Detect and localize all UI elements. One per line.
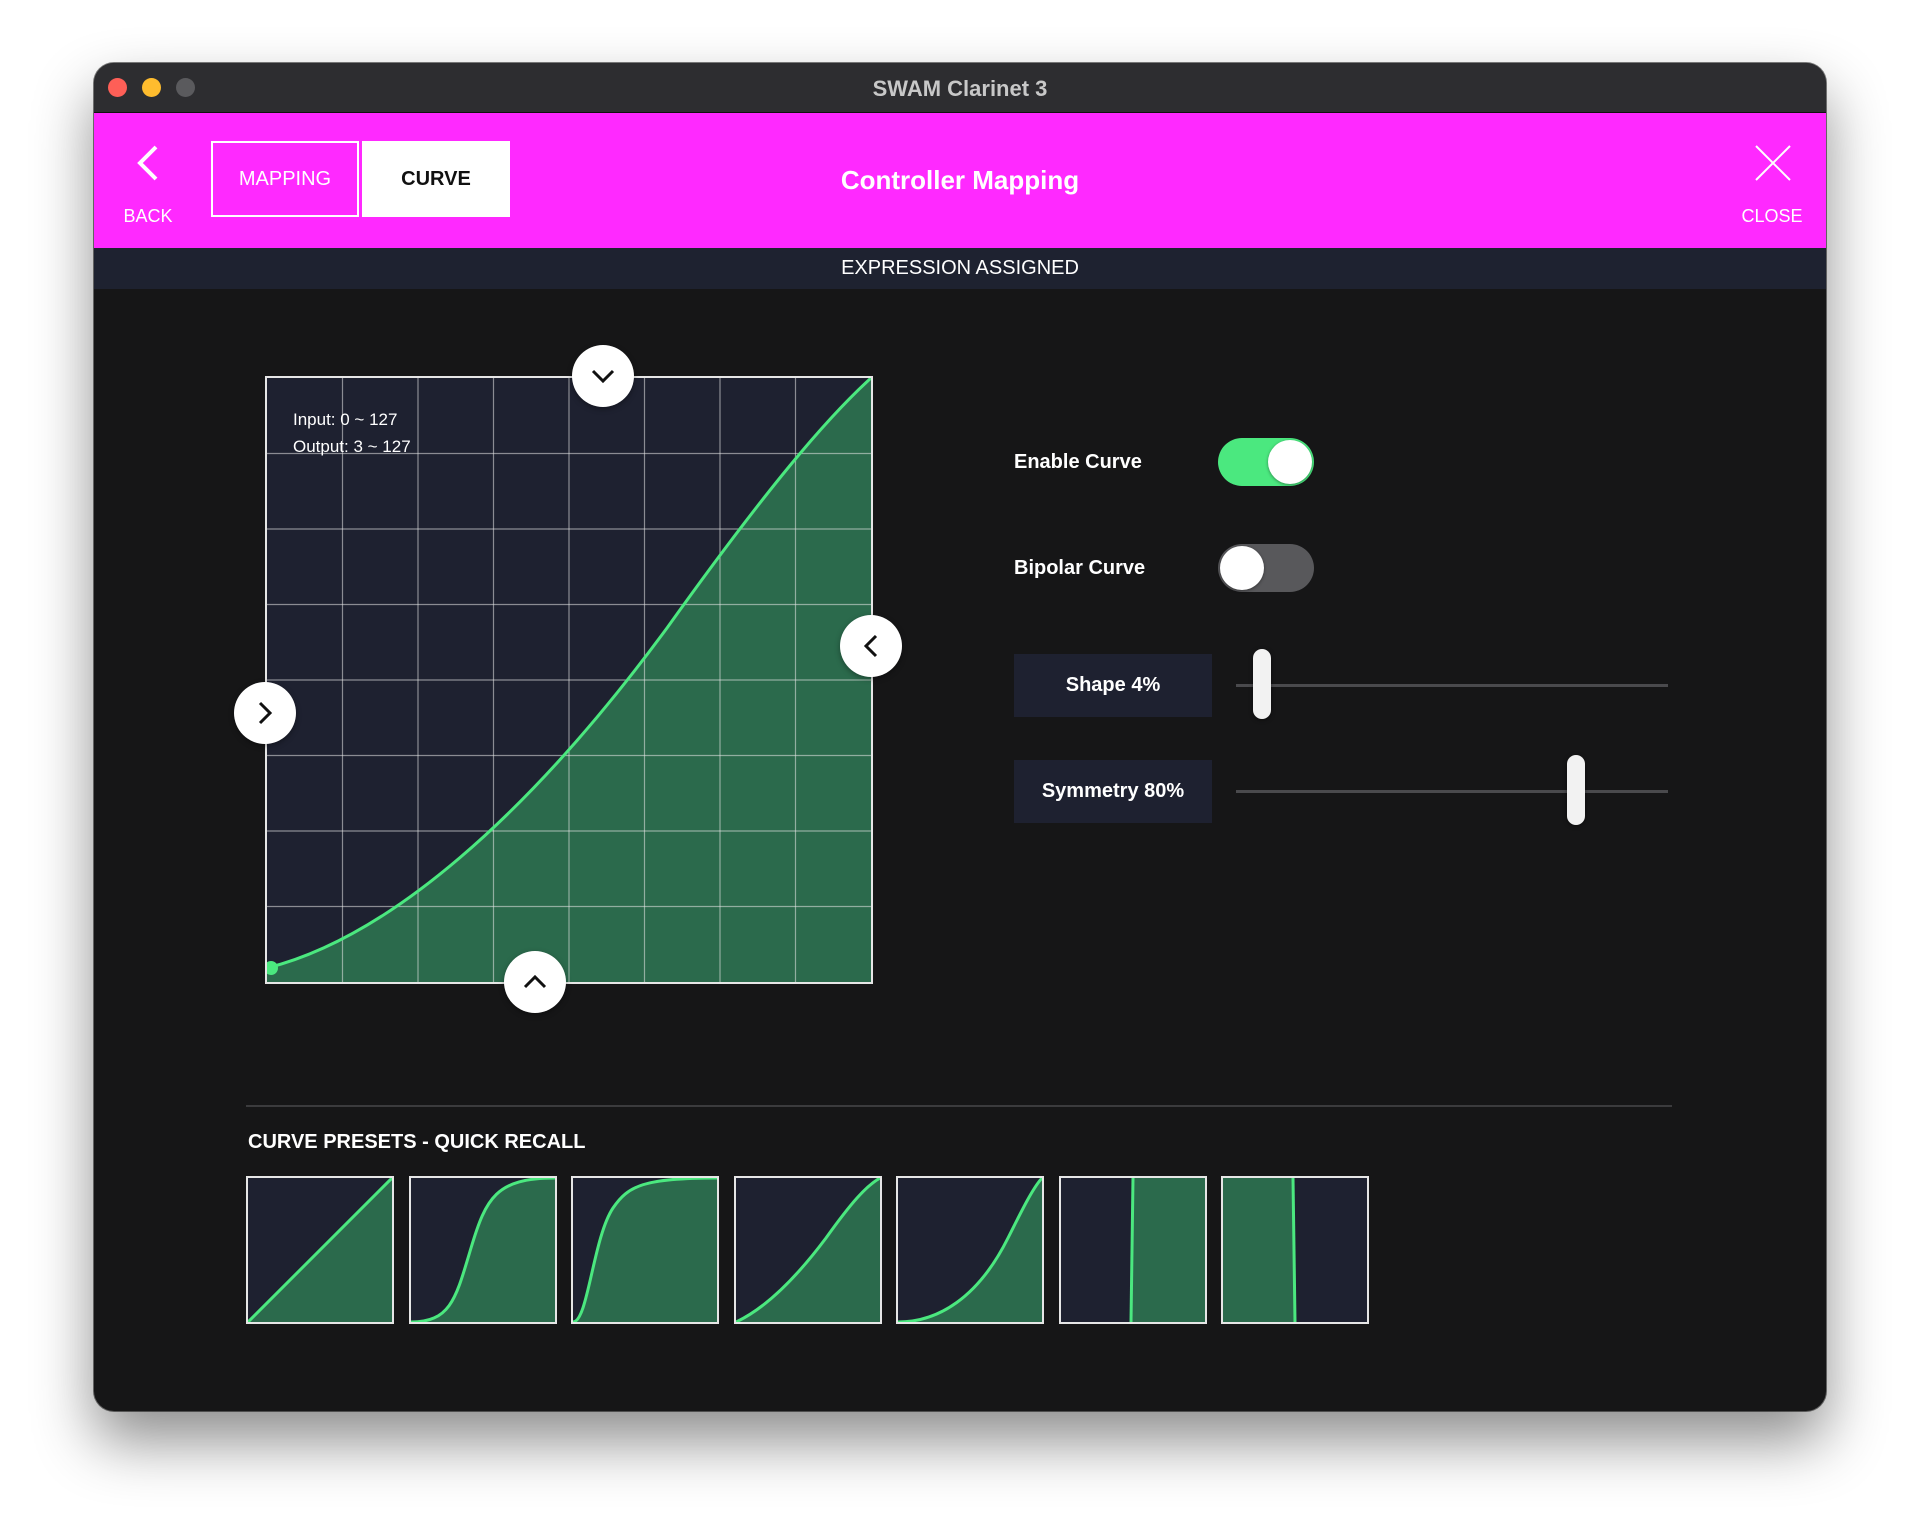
input-max-left-button[interactable] <box>840 615 902 677</box>
symmetry-slider[interactable] <box>1236 755 1668 825</box>
section-divider <box>246 1105 1672 1107</box>
chevron-right-icon <box>258 701 273 725</box>
preset-thumbnail <box>410 1178 555 1322</box>
preset-curve <box>1291 1178 1297 1322</box>
app-window: SWAM Clarinet 3 BACK MAPPING CURVE Contr… <box>94 63 1826 1411</box>
bipolar-curve-label: Bipolar Curve <box>1014 557 1146 579</box>
chevron-left-icon <box>863 634 878 658</box>
output-range-label: Output: 3 ~ 127 <box>293 437 411 456</box>
preset-fill <box>573 1178 717 1322</box>
preset-fill <box>898 1178 1042 1322</box>
preset-fill <box>1223 1178 1295 1322</box>
output-min-up-button[interactable] <box>504 951 566 1013</box>
close-icon <box>1755 145 1791 181</box>
symmetry-label: Symmetry 80% <box>1014 760 1212 823</box>
toggle-knob <box>1220 546 1264 590</box>
graph-info: Input: 0 ~ 127 Output: 3 ~ 127 <box>293 406 411 460</box>
curve-graph[interactable]: Input: 0 ~ 127 Output: 3 ~ 127 <box>265 376 873 984</box>
symmetry-slider-thumb[interactable] <box>1567 755 1586 825</box>
preset-exponential[interactable] <box>896 1176 1044 1324</box>
bipolar-curve-toggle[interactable] <box>1218 544 1314 592</box>
preset-step-high[interactable] <box>1221 1176 1369 1324</box>
toggle-knob <box>1268 440 1312 484</box>
preset-fill <box>735 1178 880 1322</box>
header-bar: BACK MAPPING CURVE Controller Mapping CL… <box>94 113 1826 248</box>
curve-plot <box>267 378 871 982</box>
preset-fill <box>410 1178 555 1322</box>
shape-slider-thumb[interactable] <box>1252 649 1271 719</box>
preset-s-curve-fast[interactable] <box>571 1176 719 1324</box>
preset-thumbnail <box>898 1178 1042 1322</box>
output-max-down-button[interactable] <box>572 345 634 407</box>
preset-thumbnail <box>1223 1178 1297 1322</box>
presets-title: CURVE PRESETS - QUICK RECALL <box>248 1131 586 1153</box>
preset-thumbnail <box>573 1178 717 1322</box>
enable-curve-label: Enable Curve <box>1014 451 1142 473</box>
shape-label: Shape 4% <box>1014 654 1212 717</box>
preset-linear[interactable] <box>246 1176 394 1324</box>
preset-exponential-soft[interactable] <box>733 1176 882 1324</box>
preset-fill <box>1130 1178 1205 1322</box>
window-title: SWAM Clarinet 3 <box>872 76 1048 101</box>
preset-thumbnail <box>1129 1178 1205 1322</box>
chevron-down-icon <box>591 369 615 384</box>
preset-step-low[interactable] <box>1058 1176 1207 1324</box>
page-title: Controller Mapping <box>840 165 1080 195</box>
title-bar: SWAM Clarinet 3 <box>94 63 1826 113</box>
preset-thumbnail <box>735 1178 880 1322</box>
back-label: BACK <box>123 206 173 226</box>
shape-slider[interactable] <box>1236 649 1668 719</box>
chevron-up-icon <box>523 974 547 989</box>
input-range-label: Input: 0 ~ 127 <box>293 410 398 429</box>
status-bar: EXPRESSION ASSIGNED <box>94 248 1826 289</box>
close-button[interactable]: CLOSE <box>1732 143 1812 233</box>
enable-curve-toggle[interactable] <box>1218 438 1314 486</box>
input-min-right-button[interactable] <box>234 682 296 744</box>
preset-curve <box>1129 1178 1134 1322</box>
close-label: CLOSE <box>1741 206 1803 226</box>
preset-thumbnail <box>248 1178 392 1322</box>
preset-s-curve-steep[interactable] <box>408 1176 557 1324</box>
